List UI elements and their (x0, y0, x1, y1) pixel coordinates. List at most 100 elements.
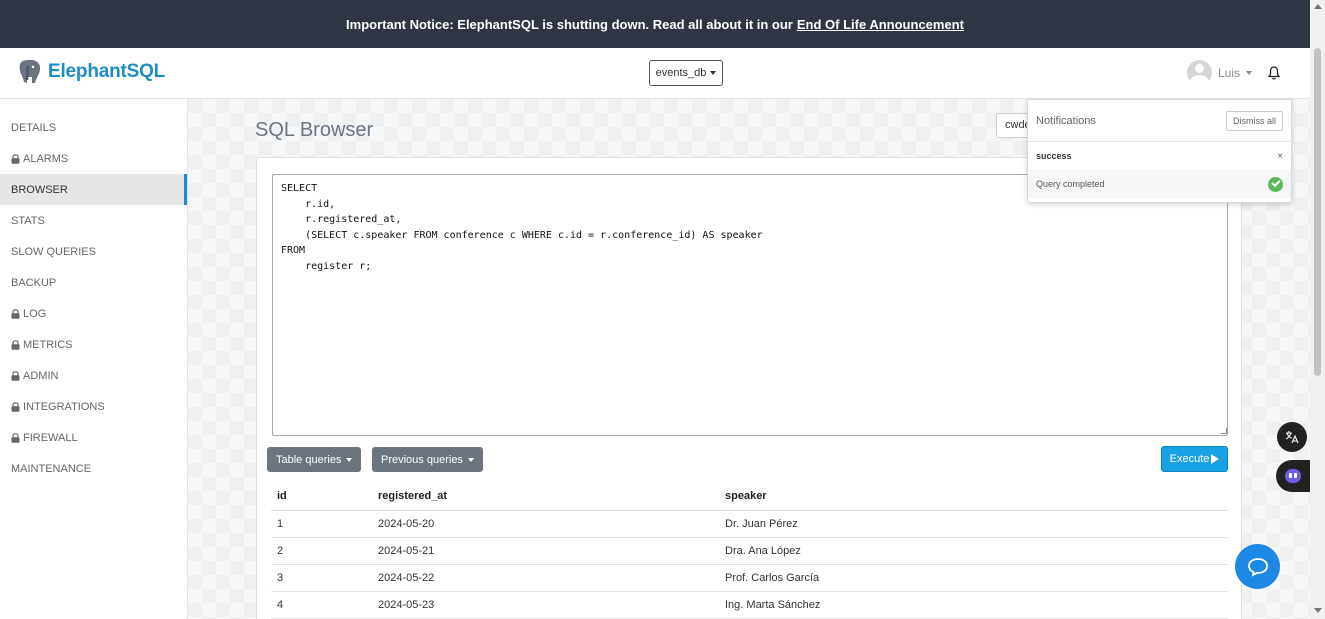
table-cell: Dr. Juan Pérez (719, 510, 1228, 538)
user-menu[interactable]: Luis (1187, 60, 1253, 85)
notification-message: Query completed (1036, 179, 1105, 189)
table-cell: 3 (271, 564, 372, 592)
table-row: 1 2024-05-20 Dr. Juan Pérez (271, 510, 1228, 538)
execute-label: Execute (1169, 453, 1210, 465)
translate-glyph-icon (1285, 431, 1299, 444)
sidebar-item-label: ADMIN (23, 369, 59, 382)
notifications-dropdown: Notifications Dismiss all success × Quer… (1027, 99, 1292, 203)
bot-icon[interactable] (1276, 460, 1310, 492)
sidebar-item-label: BACKUP (11, 276, 57, 289)
table-row: 3 2024-05-22 Prof. Carlos García (271, 564, 1228, 592)
table-cell: 2024-05-21 (372, 537, 719, 565)
sidebar-item-details[interactable]: DETAILS (0, 112, 187, 143)
close-icon[interactable]: × (1277, 151, 1283, 162)
lock-icon (11, 432, 20, 443)
scrollbar-thumb[interactable] (1314, 48, 1321, 376)
sidebar-item-integrations[interactable]: INTEGRATIONS (0, 391, 187, 422)
notification-type-row: success × (1028, 142, 1291, 170)
lock-icon (11, 401, 20, 412)
notifications-title: Notifications (1036, 114, 1096, 127)
sidebar-item-label: LOG (23, 307, 47, 320)
page-title: SQL Browser (255, 119, 374, 141)
table-row: 4 2024-05-23 Ing. Marta Sánchez (271, 591, 1228, 619)
notification-type: success (1036, 151, 1072, 161)
database-selector-value: events_db (655, 67, 707, 79)
table-cell: Dra. Ana López (719, 537, 1228, 565)
chevron-down-icon (467, 457, 474, 462)
elephant-logo-icon (19, 60, 41, 83)
chevron-down-icon (710, 71, 717, 75)
sidebar-item-label: MAINTENANCE (11, 462, 92, 475)
brand-name: ElephantSQL (48, 61, 166, 82)
sidebar-item-label: DETAILS (11, 121, 57, 134)
lock-icon (11, 370, 20, 381)
chevron-down-icon (346, 457, 353, 462)
sidebar-item-browser[interactable]: BROWSER (0, 174, 187, 205)
sidebar-item-alarms[interactable]: ALARMS (0, 143, 187, 174)
chevron-down-icon (1246, 70, 1253, 75)
brand-logo[interactable]: ElephantSQL (18, 58, 165, 86)
sidebar-item-stats[interactable]: STATS (0, 205, 187, 236)
avatar (1187, 60, 1212, 85)
table-queries-label: Table queries (276, 453, 342, 466)
table-cell: 1 (271, 510, 372, 538)
dismiss-all-button[interactable]: Dismiss all (1225, 110, 1283, 131)
sidebar-item-label: INTEGRATIONS (23, 400, 105, 413)
previous-queries-button[interactable]: Previous queries (372, 447, 483, 472)
sql-editor[interactable]: SELECT r.id, r.registered_at, (SELECT c.… (272, 174, 1228, 436)
table-queries-button[interactable]: Table queries (267, 447, 362, 472)
sidebar-item-admin[interactable]: ADMIN (0, 360, 187, 391)
database-selector[interactable]: events_db (649, 60, 723, 86)
lock-icon (11, 339, 20, 350)
lock-icon (11, 153, 20, 164)
lock-icon (11, 308, 20, 319)
page-scrollbar[interactable] (1310, 0, 1325, 619)
chat-bubble-icon[interactable] (1235, 544, 1280, 589)
table-cell: 2024-05-23 (372, 591, 719, 619)
column-header: id (271, 483, 372, 511)
table-cell: 2 (271, 537, 372, 565)
sidebar-item-maintenance[interactable]: MAINTENANCE (0, 453, 187, 484)
scroll-up-icon[interactable] (1314, 4, 1322, 9)
table-cell: 2024-05-22 (372, 564, 719, 592)
sidebar-item-slow-queries[interactable]: SLOW QUERIES (0, 236, 187, 267)
sidebar-item-backup[interactable]: BACKUP (0, 267, 187, 298)
sidebar-item-log[interactable]: LOG (0, 298, 187, 329)
table-header-row: id registered_at speaker (271, 483, 1228, 511)
column-header: speaker (719, 483, 1228, 511)
sidebar-item-label: BROWSER (11, 183, 68, 196)
query-panel: SELECT r.id, r.registered_at, (SELECT c.… (256, 157, 1242, 619)
notice-text: Important Notice: ElephantSQL is shuttin… (346, 16, 793, 32)
sidebar-item-firewall[interactable]: FIREWALL (0, 422, 187, 453)
sidebar-item-label: STATS (11, 214, 45, 227)
notifications-header: Notifications Dismiss all (1028, 100, 1291, 142)
column-header: registered_at (372, 483, 719, 511)
table-cell: 4 (271, 591, 372, 619)
table-cell: 2024-05-20 (372, 510, 719, 538)
results-table: id registered_at speaker 1 2024-05-20 Dr. … (271, 483, 1228, 619)
chat-glyph-icon (1247, 557, 1268, 577)
table-row: 2 2024-05-21 Dra. Ana López (271, 537, 1228, 565)
sidebar-nav: DETAILS ALARMS BROWSER STATS SLOW QUERIES BAC… (0, 99, 188, 619)
table-cell: Prof. Carlos García (719, 564, 1228, 592)
notification-message-row: Query completed (1028, 170, 1291, 198)
table-cell: Ing. Marta Sánchez (719, 591, 1228, 619)
top-header: ElephantSQL events_db Luis (0, 48, 1310, 99)
scroll-down-icon[interactable] (1314, 608, 1322, 613)
translate-icon[interactable] (1277, 422, 1307, 452)
previous-queries-label: Previous queries (381, 453, 463, 466)
sidebar-item-label: ALARMS (23, 152, 69, 165)
sidebar-item-metrics[interactable]: METRICS (0, 329, 187, 360)
play-icon (1211, 454, 1220, 464)
bot-face-icon (1285, 469, 1301, 483)
sidebar-item-label: SLOW QUERIES (11, 245, 96, 258)
editor-resize-handle[interactable] (1221, 428, 1227, 434)
bell-icon[interactable] (1268, 66, 1280, 80)
execute-button[interactable]: Execute (1161, 446, 1228, 472)
sidebar-item-label: FIREWALL (23, 431, 78, 444)
user-name: Luis (1218, 65, 1241, 80)
sidebar-item-label: METRICS (23, 338, 73, 351)
shutdown-notice-bar: Important Notice: ElephantSQL is shuttin… (0, 0, 1310, 48)
check-circle-icon (1268, 176, 1283, 192)
end-of-life-link[interactable]: End Of Life Announcement (797, 17, 964, 32)
